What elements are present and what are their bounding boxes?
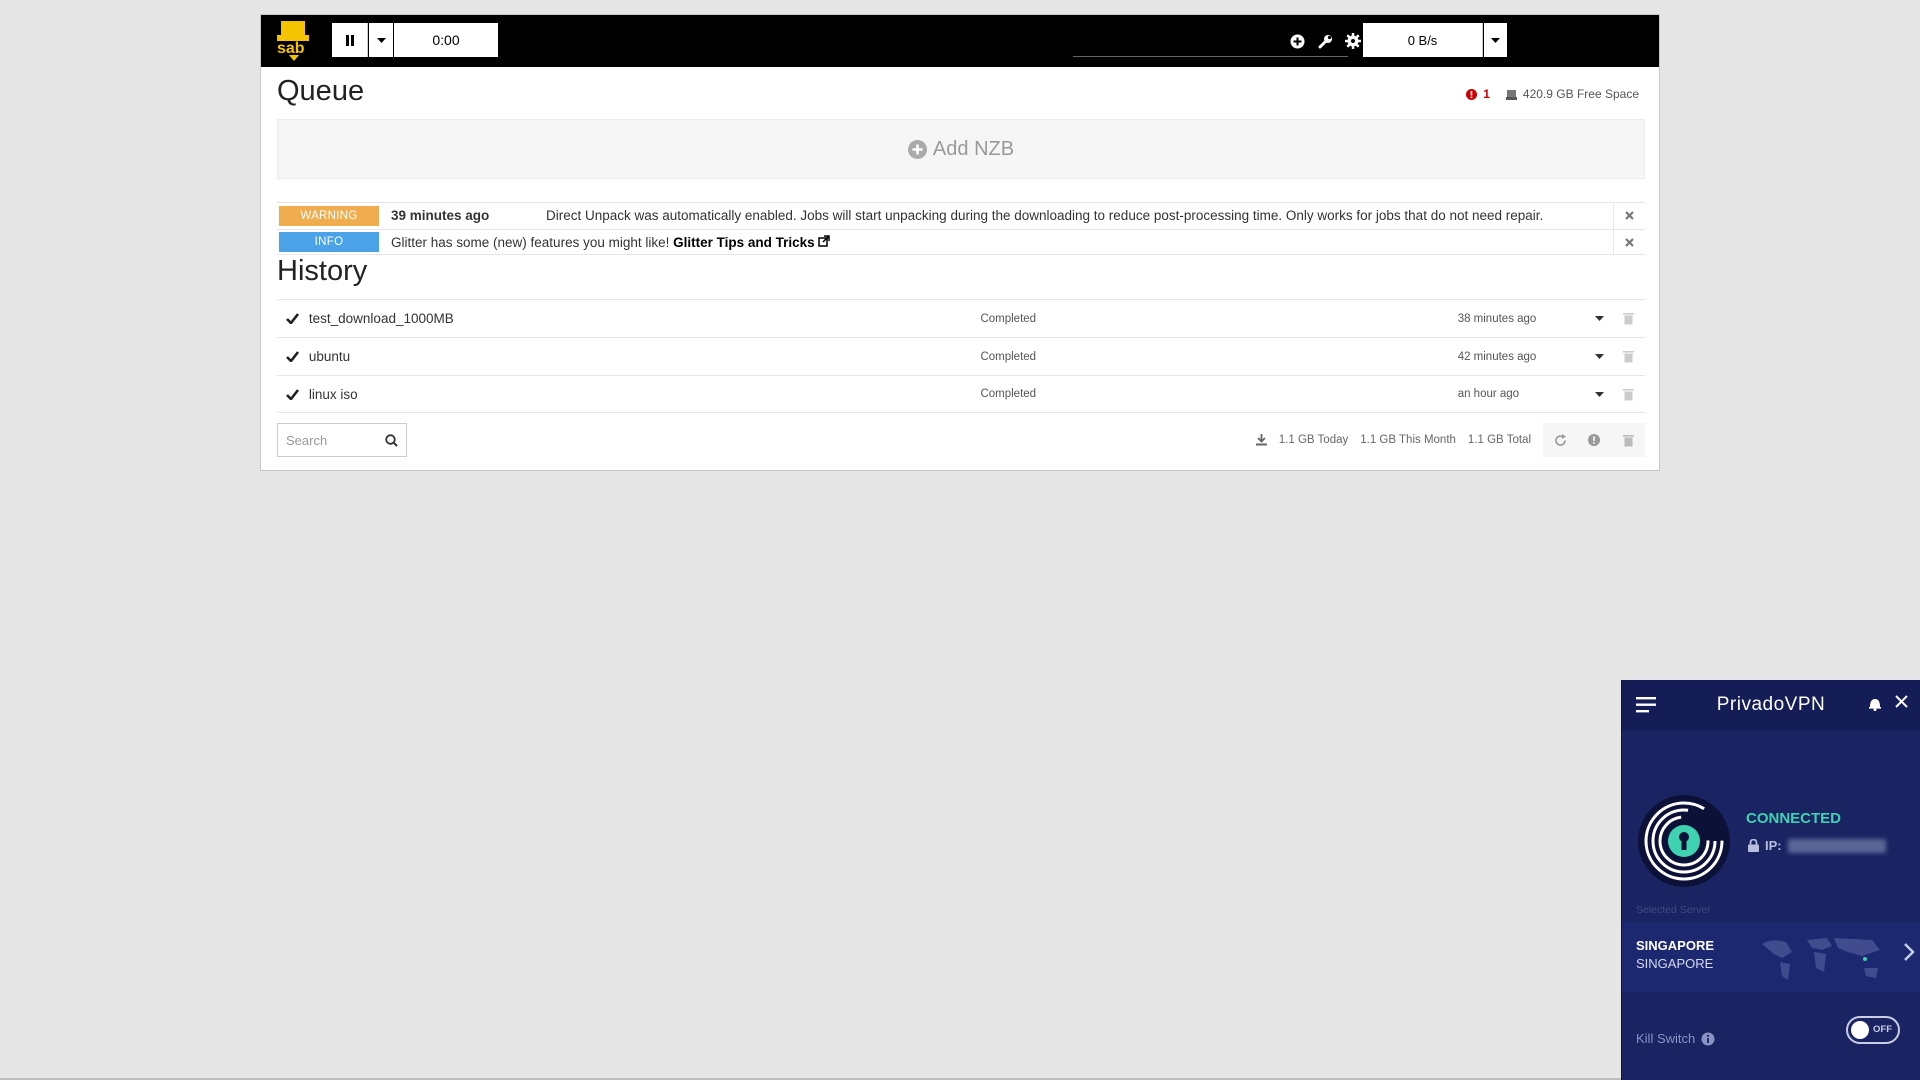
wrench-icon[interactable] [1313, 29, 1337, 53]
pause-dropdown[interactable] [369, 23, 393, 57]
server-city: SINGAPORE [1636, 956, 1714, 971]
history-title: History [277, 255, 368, 287]
download-stats: 1.1 GB Today 1.1 GB This Month 1.1 GB To… [1255, 434, 1531, 446]
stat-today: 1.1 GB Today [1278, 434, 1349, 446]
job-name[interactable]: test_download_1000MB [309, 311, 981, 326]
add-circle-icon [907, 139, 927, 159]
warning-icon[interactable] [1466, 88, 1478, 100]
kill-switch: Kill Switch [1636, 1031, 1715, 1046]
pause-timer[interactable]: 0:00 [394, 23, 498, 57]
server-location-dot [1863, 957, 1867, 961]
caret-down-icon[interactable] [1587, 354, 1611, 359]
trash-icon[interactable] [1611, 350, 1645, 363]
job-time: 42 minutes ago [1457, 350, 1537, 363]
caret-down-icon[interactable] [1587, 391, 1611, 397]
trash-icon[interactable] [1611, 434, 1645, 447]
queue-search-underline[interactable] [1073, 56, 1348, 57]
free-space: 420.9 GB Free Space [1522, 87, 1639, 101]
warning-message: WARNING 39 minutes ago Direct Unpack was… [277, 202, 1645, 229]
search-icon[interactable] [385, 433, 398, 447]
caret-down-icon[interactable] [1587, 316, 1611, 321]
lock-icon [1748, 839, 1759, 852]
job-name[interactable]: linux iso [309, 387, 981, 402]
message-text: Direct Unpack was automatically enabled.… [546, 208, 1544, 223]
privadovpn-window: PrivadoVPN CONNECTED IP: Selected Server… [1621, 680, 1920, 1080]
dismiss-message-button[interactable] [1613, 202, 1645, 229]
sab-logo[interactable]: sab [275, 21, 313, 61]
download-icon [1255, 434, 1267, 446]
info-message: INFO Glitter has some (new) features you… [277, 229, 1645, 255]
server-country: SINGAPORE [1636, 938, 1715, 953]
job-time: 38 minutes ago [1457, 312, 1537, 325]
info-icon[interactable] [1701, 1032, 1715, 1046]
history-list: test_download_1000MB Completed 38 minute… [277, 299, 1645, 413]
table-row[interactable]: ubuntu Completed 42 minutes ago [277, 337, 1645, 375]
job-status: Completed [980, 388, 1037, 400]
external-link-icon[interactable] [818, 234, 831, 247]
kill-switch-label: Kill Switch [1636, 1031, 1696, 1046]
check-icon [277, 313, 309, 324]
pause-button[interactable] [332, 23, 368, 57]
info-text: Glitter has some (new) features you migh… [391, 234, 670, 250]
ip-label: IP: [1765, 838, 1782, 853]
refresh-icon[interactable] [1543, 433, 1577, 447]
selected-server-label: Selected Server [1636, 904, 1711, 916]
message-text: Glitter has some (new) features you migh… [391, 235, 1613, 250]
trash-icon[interactable] [1611, 312, 1645, 325]
stat-total: 1.1 GB Total [1467, 434, 1531, 446]
job-time: an hour ago [1457, 388, 1520, 400]
info-badge: INFO [279, 232, 379, 252]
connection-status: CONNECTED [1746, 810, 1842, 827]
job-name[interactable]: ubuntu [309, 349, 981, 364]
toggle-knob [1851, 1021, 1869, 1039]
kill-switch-toggle[interactable]: OFF [1846, 1016, 1900, 1044]
add-icon[interactable] [1285, 29, 1309, 53]
job-status: Completed [980, 350, 1037, 363]
error-count[interactable]: 1 [1483, 87, 1490, 101]
ip-value-blurred [1787, 838, 1886, 853]
add-nzb-button[interactable]: Add NZB [277, 119, 1645, 179]
stat-month: 1.1 GB This Month [1360, 434, 1456, 446]
history-search-input[interactable]: Search [277, 423, 407, 457]
speed-dropdown[interactable] [1484, 23, 1507, 57]
bell-icon[interactable] [1868, 696, 1882, 711]
trash-icon[interactable] [1611, 388, 1645, 401]
top-navbar: sab 0:00 0 B/s [261, 15, 1659, 67]
sabnzbd-window: sab 0:00 0 B/s Queue 1 420.9 GB Free Spa… [260, 14, 1660, 471]
queue-title: Queue [277, 75, 365, 107]
search-placeholder: Search [286, 432, 328, 448]
history-footer: Search 1.1 GB Today 1.1 GB This Month 1.… [277, 423, 1645, 457]
ip-address: IP: [1748, 838, 1886, 853]
history-actions [1543, 423, 1645, 457]
check-icon [277, 351, 309, 362]
dismiss-message-button[interactable] [1613, 229, 1645, 255]
close-icon[interactable] [1895, 695, 1908, 708]
server-selector[interactable]: SINGAPORE SINGAPORE [1622, 922, 1920, 992]
drive-icon [1505, 89, 1517, 100]
menu-icon[interactable] [1369, 29, 1393, 53]
chevron-right-icon[interactable] [1903, 942, 1915, 962]
pause-icon [345, 34, 354, 46]
failed-jobs-icon[interactable] [1577, 434, 1611, 446]
vpn-connection-icon[interactable] [1638, 795, 1730, 887]
warning-badge: WARNING [279, 205, 379, 226]
vpn-header: PrivadoVPN [1622, 680, 1920, 730]
world-map-icon [1762, 938, 1880, 980]
check-icon [277, 388, 309, 400]
add-nzb-label: Add NZB [932, 137, 1015, 160]
gear-icon[interactable] [1341, 29, 1365, 53]
message-time: 39 minutes ago [391, 208, 490, 223]
svg-text:sab: sab [277, 40, 305, 57]
job-status: Completed [980, 312, 1037, 325]
queue-status: 1 420.9 GB Free Space [1466, 87, 1639, 101]
glitter-tips-link[interactable]: Glitter Tips and Tricks [673, 235, 815, 250]
table-row[interactable]: linux iso Completed an hour ago [277, 375, 1645, 413]
close-icon [1625, 211, 1634, 220]
toggle-label: OFF [1873, 1024, 1892, 1035]
table-row[interactable]: test_download_1000MB Completed 38 minute… [277, 299, 1645, 337]
close-icon [1625, 237, 1634, 247]
caret-down-icon [376, 37, 386, 43]
caret-down-icon [1491, 37, 1500, 43]
